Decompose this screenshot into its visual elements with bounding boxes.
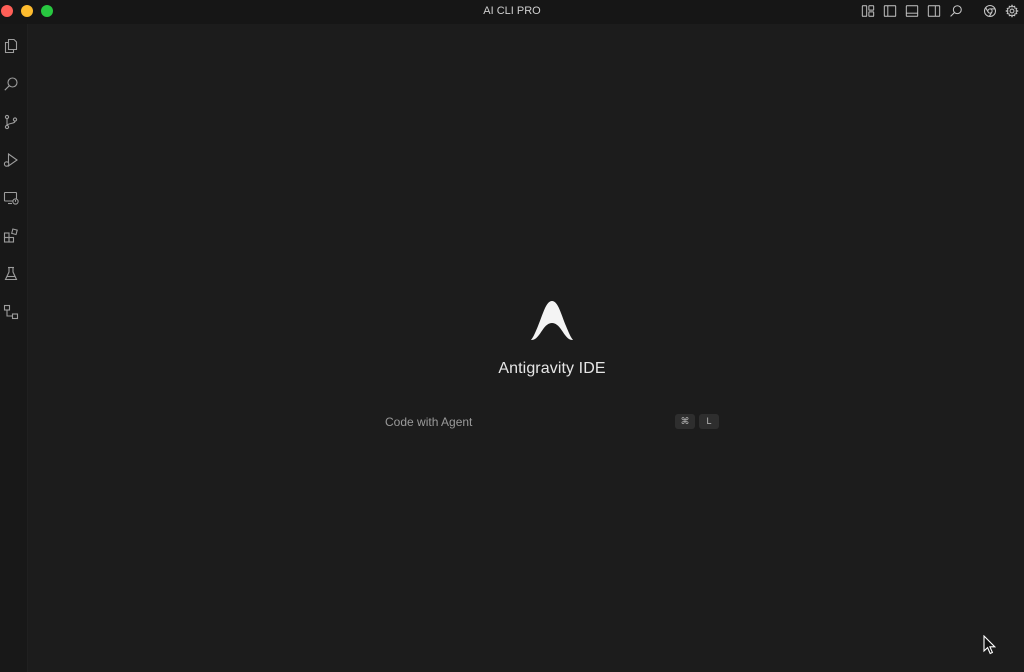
files-icon [4, 38, 18, 54]
activity-testing[interactable] [0, 263, 22, 285]
title-actions [860, 2, 1020, 20]
toggle-panel-button[interactable] [904, 3, 920, 19]
l-key: L [699, 414, 719, 429]
activity-remote-explorer[interactable] [0, 187, 22, 209]
settings-button[interactable] [1004, 3, 1020, 19]
sidebar-right-icon [927, 5, 941, 17]
activity-explorer[interactable] [0, 35, 22, 57]
activity-run-debug[interactable] [0, 149, 22, 171]
editor-area: Antigravity IDE Code with Agent ⌘ L [28, 24, 1024, 672]
minimize-window-button[interactable] [21, 5, 33, 17]
gear-icon [1005, 4, 1019, 18]
shortcut-keys: ⌘ L [675, 414, 719, 429]
browser-button[interactable] [982, 3, 998, 19]
title-bar: AI CLI PRO [0, 0, 1024, 24]
run-debug-icon [3, 152, 18, 168]
title-search-button[interactable] [948, 3, 964, 19]
sidebar-left-icon [883, 5, 897, 17]
activity-source-control[interactable] [0, 111, 22, 133]
command-key: ⌘ [675, 414, 695, 429]
search-icon [4, 77, 18, 91]
toggle-secondary-sidebar-button[interactable] [926, 3, 942, 19]
layout-icon [861, 5, 875, 17]
shortcut-label: Code with Agent [385, 415, 473, 429]
antigravity-logo-icon [531, 301, 573, 341]
panel-icon [905, 5, 919, 17]
activity-extensions[interactable] [0, 225, 22, 247]
maximize-window-button[interactable] [41, 5, 53, 17]
remote-explorer-icon [3, 191, 19, 205]
close-window-button[interactable] [1, 5, 13, 17]
search-icon [950, 5, 962, 17]
toggle-primary-sidebar-button[interactable] [882, 3, 898, 19]
diagram-icon [3, 304, 19, 320]
chrome-icon [983, 4, 997, 18]
activity-bar [0, 24, 28, 672]
activity-agent-manager[interactable] [0, 301, 22, 323]
extensions-icon [3, 228, 18, 243]
app-name-heading: Antigravity IDE [498, 360, 606, 377]
customize-layout-button[interactable] [860, 3, 876, 19]
activity-search[interactable] [0, 73, 22, 95]
beaker-icon [4, 266, 18, 281]
app-window: AI CLI PRO Antigravity IDE Code with Age… [0, 0, 1024, 672]
code-with-agent-shortcut[interactable]: Code with Agent ⌘ L [385, 414, 719, 432]
source-control-icon [4, 114, 18, 130]
mouse-pointer-icon [983, 635, 997, 655]
